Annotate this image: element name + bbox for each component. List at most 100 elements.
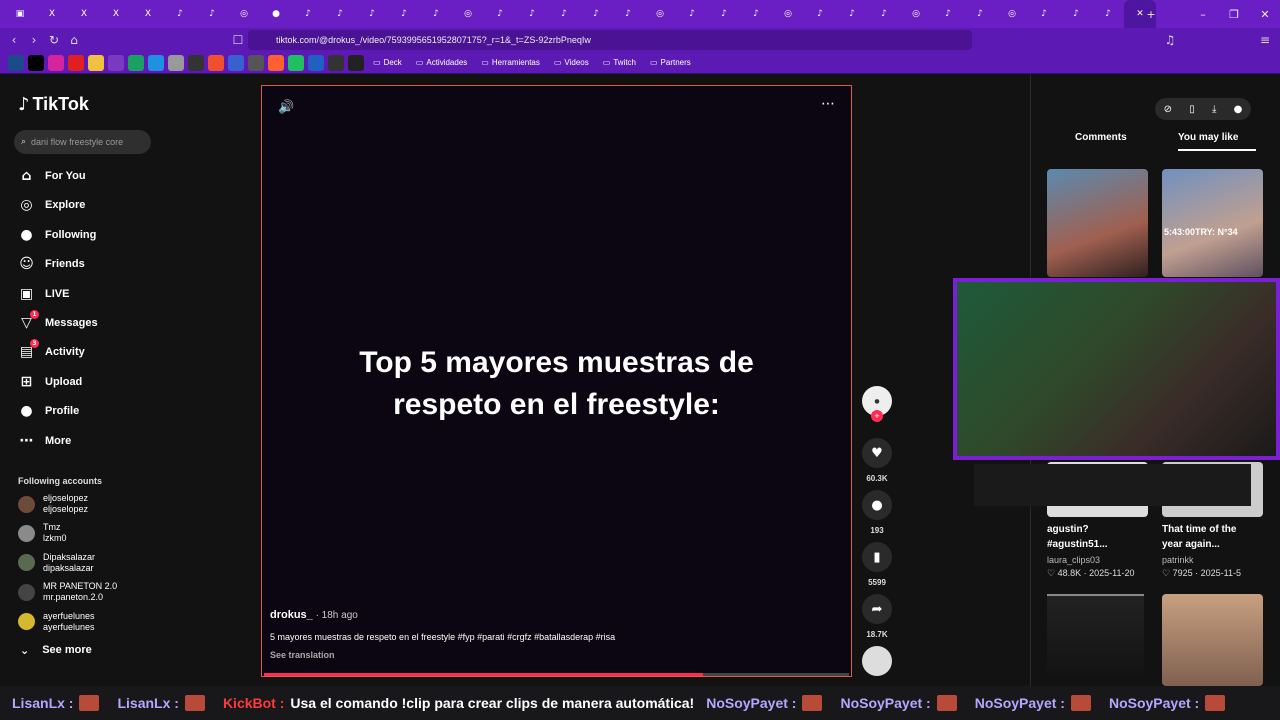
bookmark-favicon[interactable]	[308, 54, 324, 71]
bookmark-folder[interactable]: ▭ Herramientas	[481, 58, 540, 67]
bookmark-favicon[interactable]	[28, 54, 44, 71]
browser-tab[interactable]: ♪	[676, 0, 708, 28]
browser-tab[interactable]: ◎	[228, 0, 260, 28]
volume-icon[interactable]: 🔊	[278, 100, 294, 115]
reload-icon[interactable]: ↻	[44, 33, 64, 47]
bookmark-favicon[interactable]	[128, 54, 144, 71]
see-more-button[interactable]: ⌄ See more	[20, 644, 92, 657]
thumbnail-2[interactable]: 5:43:00TRY: N°34	[1162, 169, 1263, 277]
card-2-user[interactable]: patrinkk	[1162, 555, 1194, 565]
browser-tab[interactable]: ♪	[420, 0, 452, 28]
bookmark-favicon[interactable]	[188, 54, 204, 71]
chat-username[interactable]: NoSoyPayet :	[840, 695, 930, 711]
browser-tab[interactable]: ◎	[996, 0, 1028, 28]
forward-icon[interactable]: ›	[24, 33, 44, 47]
browser-tab[interactable]: X	[100, 0, 132, 28]
author-avatar-button[interactable]: ● +	[861, 386, 893, 422]
browser-tab[interactable]: ♪	[164, 0, 196, 28]
video-player[interactable]: 🔊 ⋯ Top 5 mayores muestras de respeto en…	[261, 85, 852, 677]
minimize-button[interactable]: –	[1187, 0, 1219, 28]
video-author[interactable]: drokus_ · 18h ago	[270, 609, 358, 621]
download-icon[interactable]: ⤓	[1212, 104, 1216, 115]
browser-tab[interactable]: ♪	[836, 0, 868, 28]
bookmark-icon[interactable]: ☐	[228, 33, 248, 47]
nav-item-messages[interactable]: ▽ 1 Messages	[18, 310, 98, 333]
nav-item-profile[interactable]: ● Profile	[18, 401, 79, 421]
tiktok-logo[interactable]: ♪ TikTok	[18, 94, 89, 115]
bookmark-folder[interactable]: ▭ Videos	[554, 58, 589, 67]
chat-username[interactable]: NoSoyPayet :	[706, 695, 796, 711]
compass-icon[interactable]: ⊘	[1164, 104, 1172, 115]
browser-tab[interactable]: ♪	[1028, 0, 1060, 28]
browser-tab[interactable]: ♪	[516, 0, 548, 28]
bookmark-favicon[interactable]	[348, 54, 364, 71]
bookmark-favicon[interactable]	[88, 54, 104, 71]
user-avatar[interactable]: ●	[1234, 104, 1243, 115]
tab-you-may-like[interactable]: You may like	[1178, 132, 1256, 151]
browser-tab[interactable]: ♪	[580, 0, 612, 28]
nav-item-following[interactable]: ● Following	[18, 225, 96, 245]
browser-tab[interactable]: ♪	[804, 0, 836, 28]
browser-tab[interactable]: ♪	[612, 0, 644, 28]
browser-tab[interactable]: ◎	[900, 0, 932, 28]
browser-tab[interactable]: ♪	[548, 0, 580, 28]
browser-tab[interactable]: X	[132, 0, 164, 28]
browser-tab[interactable]: ♪	[1060, 0, 1092, 28]
chat-username[interactable]: LisanLx :	[117, 695, 178, 711]
following-account[interactable]: Tmz lzkm0	[18, 521, 67, 545]
bookmark-favicon[interactable]	[8, 54, 24, 71]
browser-tab[interactable]: ♪	[484, 0, 516, 28]
like-button[interactable]: ♥ 60.3K	[861, 438, 893, 483]
url-field[interactable]: tiktok.com/@drokus_/video/75939956519528…	[248, 30, 972, 50]
more-options-icon[interactable]: ⋯	[821, 96, 835, 112]
following-account[interactable]: ayerfuelunes ayerfuelunes	[18, 610, 95, 634]
browser-tab[interactable]: ♪	[932, 0, 964, 28]
comment-button[interactable]: ● 193	[861, 490, 893, 535]
bookmark-favicon[interactable]	[108, 54, 124, 71]
browser-tab[interactable]: ♪	[196, 0, 228, 28]
music-disc-button[interactable]	[861, 646, 893, 676]
video-progress-bar[interactable]	[264, 673, 849, 676]
bookmark-favicon[interactable]	[268, 54, 284, 71]
browser-tab[interactable]: ♪	[868, 0, 900, 28]
bookmark-favicon[interactable]	[148, 54, 164, 71]
music-icon[interactable]: ♫	[1160, 33, 1180, 47]
browser-tab[interactable]: ♪	[356, 0, 388, 28]
browser-tab[interactable]: ♪	[1092, 0, 1124, 28]
thumbnail-5[interactable]	[1047, 594, 1144, 686]
browser-tab[interactable]: ●	[260, 0, 292, 28]
thumbnail-1[interactable]	[1047, 169, 1148, 277]
bookmark-favicon[interactable]	[68, 54, 84, 71]
save-button[interactable]: ▮ 5599	[861, 542, 893, 587]
browser-tab[interactable]: ◎	[452, 0, 484, 28]
bookmark-favicon[interactable]	[228, 54, 244, 71]
card-1-title[interactable]: agustin? #agustin51...	[1047, 522, 1137, 552]
following-account[interactable]: eljoselopez eljoselopez	[18, 492, 88, 516]
bookmark-favicon[interactable]	[48, 54, 64, 71]
tab-comments[interactable]: Comments	[1075, 132, 1127, 143]
nav-item-live[interactable]: ▣ LIVE	[18, 284, 70, 304]
see-translation-link[interactable]: See translation	[270, 650, 335, 660]
following-account[interactable]: MR PANETON 2.0 mr.paneton.2.0	[18, 580, 117, 604]
browser-tab[interactable]: ♪	[292, 0, 324, 28]
search-input[interactable]: ⌕ dani flow freestyle core	[14, 130, 151, 154]
chat-username[interactable]: KickBot :	[223, 695, 284, 711]
bookmark-favicon[interactable]	[288, 54, 304, 71]
browser-tab[interactable]: ♪	[740, 0, 772, 28]
thumbnail-6[interactable]	[1162, 594, 1263, 686]
share-button[interactable]: ➦ 18.7K	[861, 594, 893, 639]
nav-item-for-you[interactable]: ⌂ For You	[18, 166, 85, 186]
bookmark-favicon[interactable]	[328, 54, 344, 71]
chat-username[interactable]: NoSoyPayet :	[975, 695, 1065, 711]
browser-tab[interactable]: ◎	[772, 0, 804, 28]
bookmark-favicon[interactable]	[208, 54, 224, 71]
browser-tab[interactable]: ▣	[4, 0, 36, 28]
card-2-title[interactable]: That time of the year again...	[1162, 522, 1252, 552]
chat-username[interactable]: LisanLx :	[12, 695, 73, 711]
phone-icon[interactable]: ▯	[1189, 104, 1195, 115]
nav-item-explore[interactable]: ◎ Explore	[18, 195, 85, 215]
follow-plus-icon[interactable]: +	[871, 410, 883, 422]
home-icon[interactable]: ⌂	[64, 33, 84, 47]
new-tab-button[interactable]: +	[1135, 0, 1167, 28]
bookmark-folder[interactable]: ▭ Actividades	[416, 58, 467, 67]
